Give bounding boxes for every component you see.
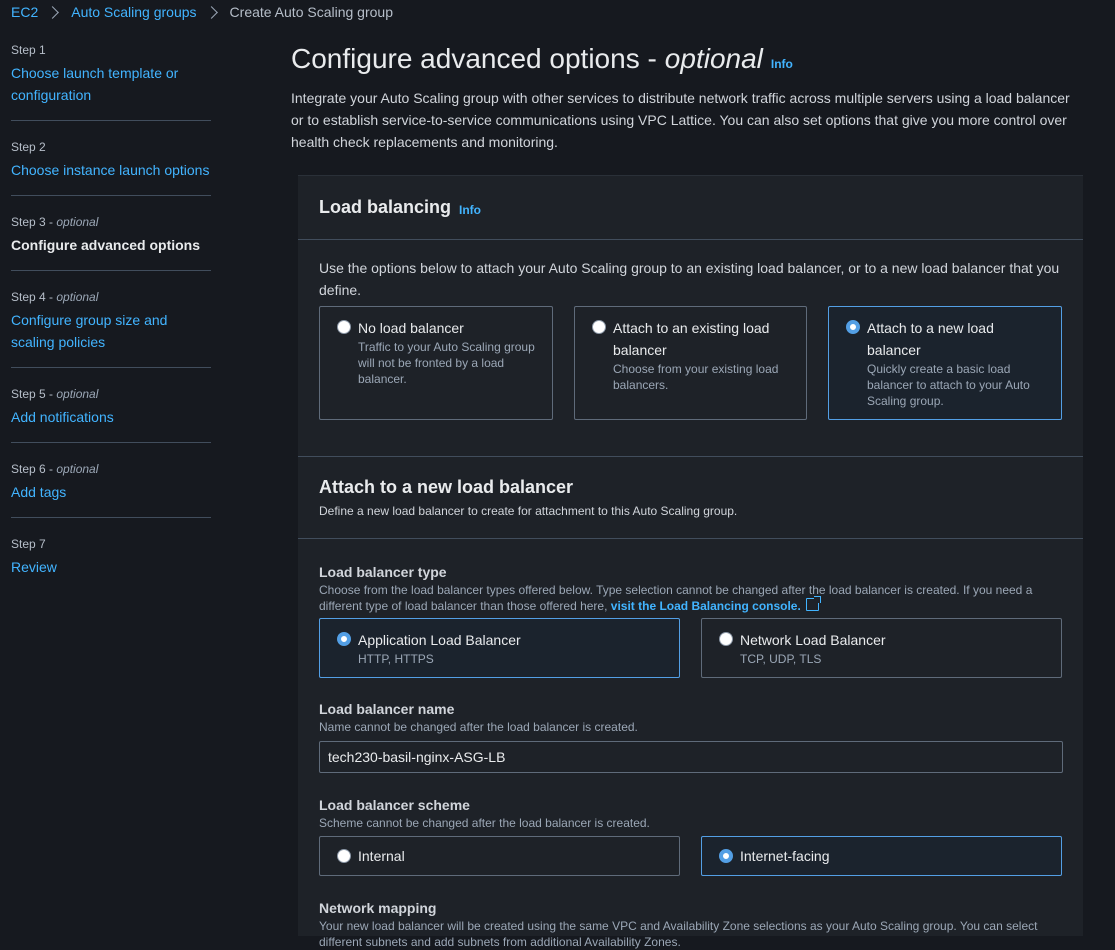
option-label: Internet-facing (740, 848, 830, 864)
radio-button-selected[interactable] (846, 320, 860, 334)
breadcrumb: EC2 Auto Scaling groups Create Auto Scal… (11, 2, 393, 22)
option-label: Internal (358, 848, 405, 864)
lb-scheme-internal[interactable]: Internal (319, 836, 680, 876)
new-lb-subtitle: Define a new load balancer to create for… (319, 504, 738, 518)
option-label: Attach to a new load balancer (867, 320, 994, 358)
lb-type-description: Choose from the load balancer types offe… (319, 583, 1033, 613)
option-existing-load-balancer[interactable]: Attach to an existing load balancer Choo… (574, 306, 807, 420)
option-no-load-balancer[interactable]: No load balancer Traffic to your Auto Sc… (319, 306, 553, 420)
lb-scheme-label: Load balancer scheme (319, 797, 470, 813)
step-3: Step 3 - optional Configure advanced opt… (11, 196, 211, 271)
new-lb-header: Attach to a new load balancer Define a n… (298, 457, 1083, 538)
radio-button-selected[interactable] (719, 849, 733, 863)
load-balancing-info-link[interactable]: Info (459, 203, 481, 217)
step-number: Step 2 (11, 140, 46, 154)
radio-button[interactable] (337, 320, 351, 334)
step-5: Step 5 - optional Add notifications (11, 368, 211, 443)
option-label: Network Load Balancer (740, 632, 886, 648)
lb-console-link[interactable]: visit the Load Balancing console. (611, 599, 801, 613)
step-link-launch-template[interactable]: Choose launch template or configuration (11, 62, 211, 106)
lb-type-network[interactable]: Network Load Balancer TCP, UDP, TLS (701, 618, 1062, 678)
load-balancing-description: Use the options below to attach your Aut… (319, 260, 1060, 298)
step-1: Step 1 Choose launch template or configu… (11, 36, 211, 121)
option-new-load-balancer[interactable]: Attach to a new load balancer Quickly cr… (828, 306, 1062, 420)
radio-button-selected[interactable] (337, 632, 351, 646)
step-link-notifications[interactable]: Add notifications (11, 406, 211, 428)
step-link-group-size[interactable]: Configure group size and scaling policie… (11, 309, 211, 353)
step-number: Step 4 - optional (11, 290, 99, 304)
option-description: Choose from your existing load balancers… (613, 362, 779, 392)
step-number: Step 5 - optional (11, 387, 99, 401)
page-title: Configure advanced options - optional In… (291, 42, 1081, 81)
option-label: No load balancer (358, 320, 464, 336)
option-description: HTTP, HTTPS (358, 652, 434, 666)
lb-scheme-internet-facing[interactable]: Internet-facing (701, 836, 1062, 876)
lb-name-label: Load balancer name (319, 701, 455, 717)
breadcrumb-ec2[interactable]: EC2 (11, 4, 38, 20)
chevron-right-icon (46, 5, 60, 19)
step-6: Step 6 - optional Add tags (11, 443, 211, 518)
option-description: TCP, UDP, TLS (740, 652, 822, 666)
step-number: Step 6 - optional (11, 462, 99, 476)
breadcrumb-auto-scaling-groups[interactable]: Auto Scaling groups (71, 4, 196, 20)
option-description: Traffic to your Auto Scaling group will … (358, 340, 535, 386)
step-4: Step 4 - optional Configure group size a… (11, 271, 211, 368)
step-number: Step 1 (11, 43, 46, 57)
chevron-right-icon (204, 5, 218, 19)
option-label: Attach to an existing load balancer (613, 320, 770, 358)
external-link-icon (805, 596, 821, 611)
network-mapping-description: Your new load balancer will be created u… (319, 919, 1038, 949)
lb-type-application[interactable]: Application Load Balancer HTTP, HTTPS (319, 618, 680, 678)
option-label: Application Load Balancer (358, 632, 521, 648)
breadcrumb-current: Create Auto Scaling group (229, 4, 393, 20)
page-intro: Integrate your Auto Scaling group with o… (291, 90, 1070, 150)
step-7: Step 7 Review (11, 518, 211, 590)
lb-name-description: Name cannot be changed after the load ba… (319, 720, 638, 734)
option-description: Quickly create a basic load balancer to … (867, 362, 1030, 408)
wizard-steps: Step 1 Choose launch template or configu… (11, 36, 211, 590)
load-balancing-panel: Load balancing Info Use the options belo… (298, 175, 1083, 949)
lb-scheme-description: Scheme cannot be changed after the load … (319, 816, 650, 830)
step-current-advanced-options: Configure advanced options (11, 237, 201, 253)
step-2: Step 2 Choose instance launch options (11, 121, 211, 196)
page-info-link[interactable]: Info (771, 47, 793, 81)
step-number: Step 3 - optional (11, 215, 99, 229)
new-lb-title: Attach to a new load balancer (319, 477, 574, 497)
radio-button[interactable] (719, 632, 733, 646)
page-header: Configure advanced options - optional In… (291, 42, 1081, 153)
panel-header: Load balancing Info (298, 176, 1083, 240)
network-mapping-label: Network mapping (319, 900, 437, 916)
step-link-tags[interactable]: Add tags (11, 481, 211, 503)
radio-button[interactable] (592, 320, 606, 334)
panel-title: Load balancing (319, 197, 452, 217)
lb-type-label: Load balancer type (319, 564, 447, 580)
step-link-review[interactable]: Review (11, 556, 211, 578)
page-title-optional: optional (664, 43, 763, 74)
lb-name-input[interactable]: tech230-basil-nginx-ASG-LB (319, 741, 1063, 773)
radio-button[interactable] (337, 849, 351, 863)
step-number: Step 7 (11, 537, 46, 551)
step-link-instance-launch-options[interactable]: Choose instance launch options (11, 159, 211, 181)
